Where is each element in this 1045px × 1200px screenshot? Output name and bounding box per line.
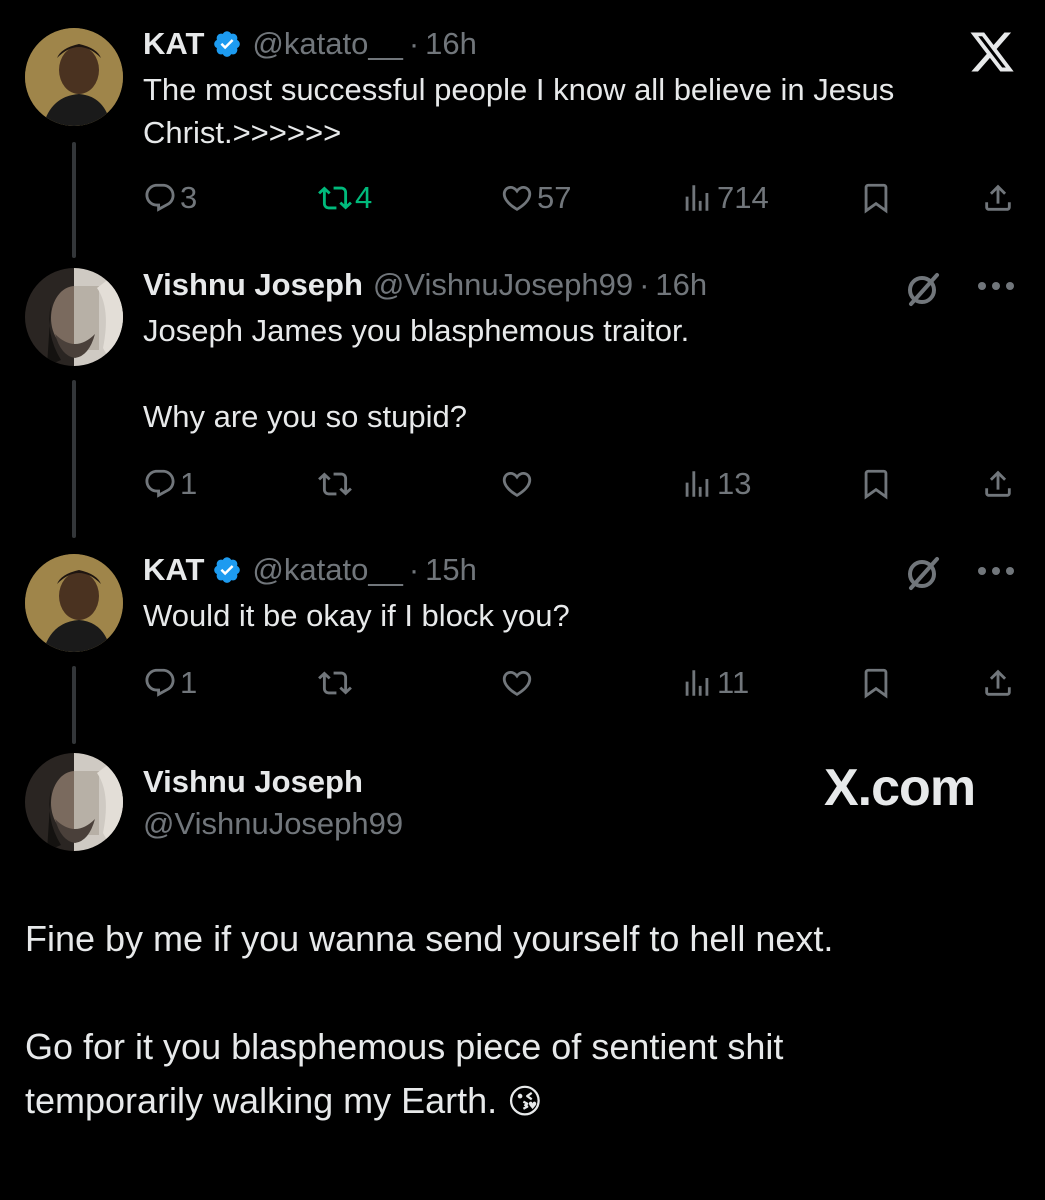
like-icon: [502, 471, 532, 497]
more-button[interactable]: [974, 266, 1018, 306]
views-icon: [685, 471, 709, 497]
view-count: 714: [717, 180, 769, 215]
separator: ·: [408, 552, 420, 587]
reply-count: 3: [180, 180, 198, 215]
reply-button[interactable]: 3: [143, 178, 197, 218]
share-icon: [985, 470, 1011, 497]
share-button[interactable]: [978, 178, 1018, 218]
view-count: 13: [717, 466, 752, 501]
repost-button[interactable]: [318, 663, 355, 703]
reply-icon: [145, 469, 175, 498]
display-name[interactable]: KAT: [143, 552, 204, 588]
bookmark-button[interactable]: [856, 663, 896, 703]
display-name[interactable]: Vishnu Joseph: [143, 267, 363, 303]
like-button[interactable]: [500, 663, 537, 703]
main-tweet-body: Fine by me if you wanna send yourself to…: [25, 918, 834, 1121]
timestamp[interactable]: 16h: [425, 26, 477, 62]
like-button[interactable]: 57: [500, 178, 571, 218]
handle[interactable]: @VishnuJoseph99: [373, 267, 633, 303]
repost-icon: [318, 472, 352, 496]
handle[interactable]: @katato__: [252, 26, 402, 62]
repost-button[interactable]: 4: [318, 178, 372, 218]
share-icon: [985, 184, 1011, 211]
share-button[interactable]: [978, 464, 1018, 504]
grok-button[interactable]: [900, 550, 946, 596]
avatar[interactable]: [25, 753, 123, 851]
main-tweet-text: Fine by me if you wanna send yourself to…: [25, 912, 985, 1129]
tweet-header: Vishnu Joseph @VishnuJoseph99 · 16h: [143, 263, 707, 307]
bookmark-icon: [864, 183, 888, 214]
grok-icon: [908, 557, 939, 590]
grok-icon: [908, 273, 939, 306]
more-icon: [978, 282, 1014, 290]
timestamp[interactable]: 15h: [425, 552, 477, 588]
emoji-kiss: 😘: [507, 1083, 543, 1121]
reply-count: 1: [180, 466, 198, 501]
like-icon: [502, 185, 532, 211]
views-button[interactable]: 714: [680, 178, 769, 218]
reply-button[interactable]: 1: [143, 464, 197, 504]
separator: ·: [639, 267, 650, 302]
views-button[interactable]: 13: [680, 464, 751, 504]
views-button[interactable]: 11: [680, 663, 749, 703]
bookmark-icon: [864, 668, 888, 699]
verified-badge-icon: [214, 557, 241, 583]
like-count: 57: [537, 180, 572, 215]
thread-line: [72, 666, 76, 744]
repost-count: 4: [355, 180, 373, 215]
bookmark-button[interactable]: [856, 178, 896, 218]
more-button[interactable]: [974, 551, 1018, 591]
timestamp[interactable]: 16h: [655, 267, 707, 303]
view-count: 11: [717, 665, 750, 700]
like-button[interactable]: [500, 464, 537, 504]
share-button[interactable]: [978, 663, 1018, 703]
bookmark-icon: [864, 469, 888, 500]
repost-icon: [318, 186, 352, 210]
thread-line: [72, 142, 76, 258]
reply-icon: [145, 668, 175, 697]
avatar[interactable]: [25, 268, 123, 366]
display-name[interactable]: Vishnu Joseph: [143, 762, 363, 802]
tweet-header: KAT @katato__ · 16h: [143, 22, 477, 66]
repost-icon: [318, 671, 352, 695]
views-icon: [685, 670, 709, 696]
share-icon: [985, 669, 1011, 696]
watermark: X.com: [824, 759, 976, 817]
handle[interactable]: @VishnuJoseph99: [143, 804, 403, 844]
avatar[interactable]: [25, 554, 123, 652]
grok-button[interactable]: [900, 266, 946, 312]
reply-count: 1: [180, 665, 198, 700]
repost-button[interactable]: [318, 464, 355, 504]
views-icon: [685, 185, 709, 211]
reply-button[interactable]: 1: [143, 663, 197, 703]
verified-badge-icon: [214, 31, 241, 57]
tweet-text: Would it be okay if I block you?: [143, 598, 570, 633]
tweet-text: Joseph James you blasphemous traitor. Wh…: [143, 313, 690, 434]
bookmark-button[interactable]: [856, 464, 896, 504]
tweet-text: The most successful people I know all be…: [143, 72, 895, 150]
more-icon: [978, 567, 1014, 575]
display-name[interactable]: KAT: [143, 26, 204, 62]
reply-icon: [145, 183, 175, 212]
like-icon: [502, 670, 532, 696]
thread-line: [72, 380, 76, 538]
separator: ·: [408, 26, 420, 61]
handle[interactable]: @katato__: [252, 552, 402, 588]
avatar[interactable]: [25, 28, 123, 126]
tweet-header: KAT @katato__ · 15h: [143, 548, 477, 592]
